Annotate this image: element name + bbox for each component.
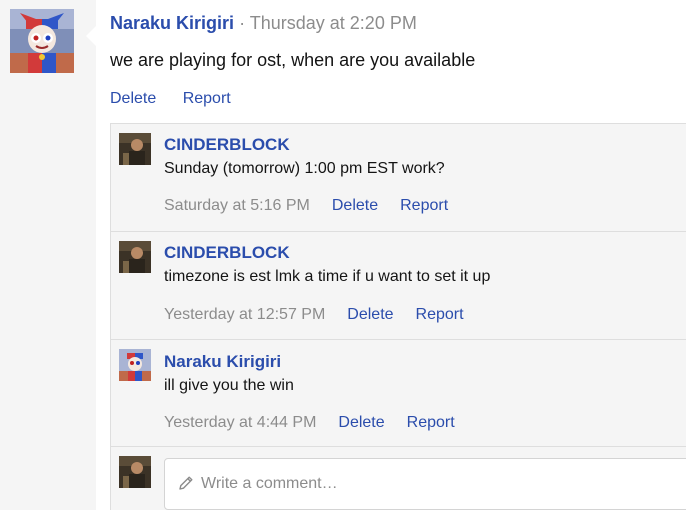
bubble-arrow xyxy=(86,26,96,46)
comment-timestamp[interactable]: Yesterday at 4:44 PM xyxy=(164,414,316,431)
report-comment-link[interactable]: Report xyxy=(416,306,464,323)
delete-post-link[interactable]: Delete xyxy=(110,90,156,107)
separator: · xyxy=(239,13,246,33)
comment-input[interactable]: Write a comment… xyxy=(164,458,686,510)
report-post-link[interactable]: Report xyxy=(183,90,231,107)
avatar[interactable] xyxy=(119,241,151,273)
person-avatar-image xyxy=(119,133,151,165)
jester-avatar-image xyxy=(10,9,74,73)
report-comment-link[interactable]: Report xyxy=(400,197,448,214)
comment-item: Naraku Kirigiri ill give you the win Yes… xyxy=(111,339,686,446)
person-avatar-image xyxy=(119,456,151,488)
comment-author[interactable]: CINDERBLOCK xyxy=(164,243,290,263)
comment-meta: Yesterday at 12:57 PM Delete Report xyxy=(164,305,464,325)
comment-text: timezone is est lmk a time if u want to … xyxy=(164,268,491,285)
comment-timestamp[interactable]: Yesterday at 12:57 PM xyxy=(164,306,325,323)
jester-avatar-image xyxy=(119,349,151,381)
left-rail xyxy=(0,0,96,510)
post-timestamp[interactable]: Thursday at 2:20 PM xyxy=(250,13,417,33)
delete-comment-link[interactable]: Delete xyxy=(338,414,384,431)
avatar[interactable] xyxy=(10,9,74,73)
comments-panel: CINDERBLOCK Sunday (tomorrow) 1:00 pm ES… xyxy=(110,123,686,510)
post-header: Naraku Kirigiri · Thursday at 2:20 PM xyxy=(110,12,417,34)
avatar xyxy=(119,456,151,488)
comment-author[interactable]: CINDERBLOCK xyxy=(164,135,290,155)
delete-comment-link[interactable]: Delete xyxy=(332,197,378,214)
avatar[interactable] xyxy=(119,133,151,165)
delete-comment-link[interactable]: Delete xyxy=(347,306,393,323)
comment-meta: Yesterday at 4:44 PM Delete Report xyxy=(164,413,455,433)
post-actions: Delete Report xyxy=(110,89,231,109)
report-comment-link[interactable]: Report xyxy=(407,414,455,431)
comment-placeholder: Write a comment… xyxy=(201,475,338,492)
comment-meta: Saturday at 5:16 PM Delete Report xyxy=(164,196,448,216)
post-body: we are playing for ost, when are you ava… xyxy=(110,50,476,70)
comment-item: CINDERBLOCK timezone is est lmk a time i… xyxy=(111,231,686,339)
comment-text: Sunday (tomorrow) 1:00 pm EST work? xyxy=(164,160,445,177)
comment-text: ill give you the win xyxy=(164,377,294,394)
avatar[interactable] xyxy=(119,349,151,381)
person-avatar-image xyxy=(119,241,151,273)
comment-item: CINDERBLOCK Sunday (tomorrow) 1:00 pm ES… xyxy=(111,124,686,231)
post-author[interactable]: Naraku Kirigiri xyxy=(110,13,234,33)
pencil-icon xyxy=(179,476,193,490)
comment-composer: Write a comment… xyxy=(111,446,686,510)
comment-timestamp[interactable]: Saturday at 5:16 PM xyxy=(164,197,310,214)
comment-author[interactable]: Naraku Kirigiri xyxy=(164,352,281,372)
